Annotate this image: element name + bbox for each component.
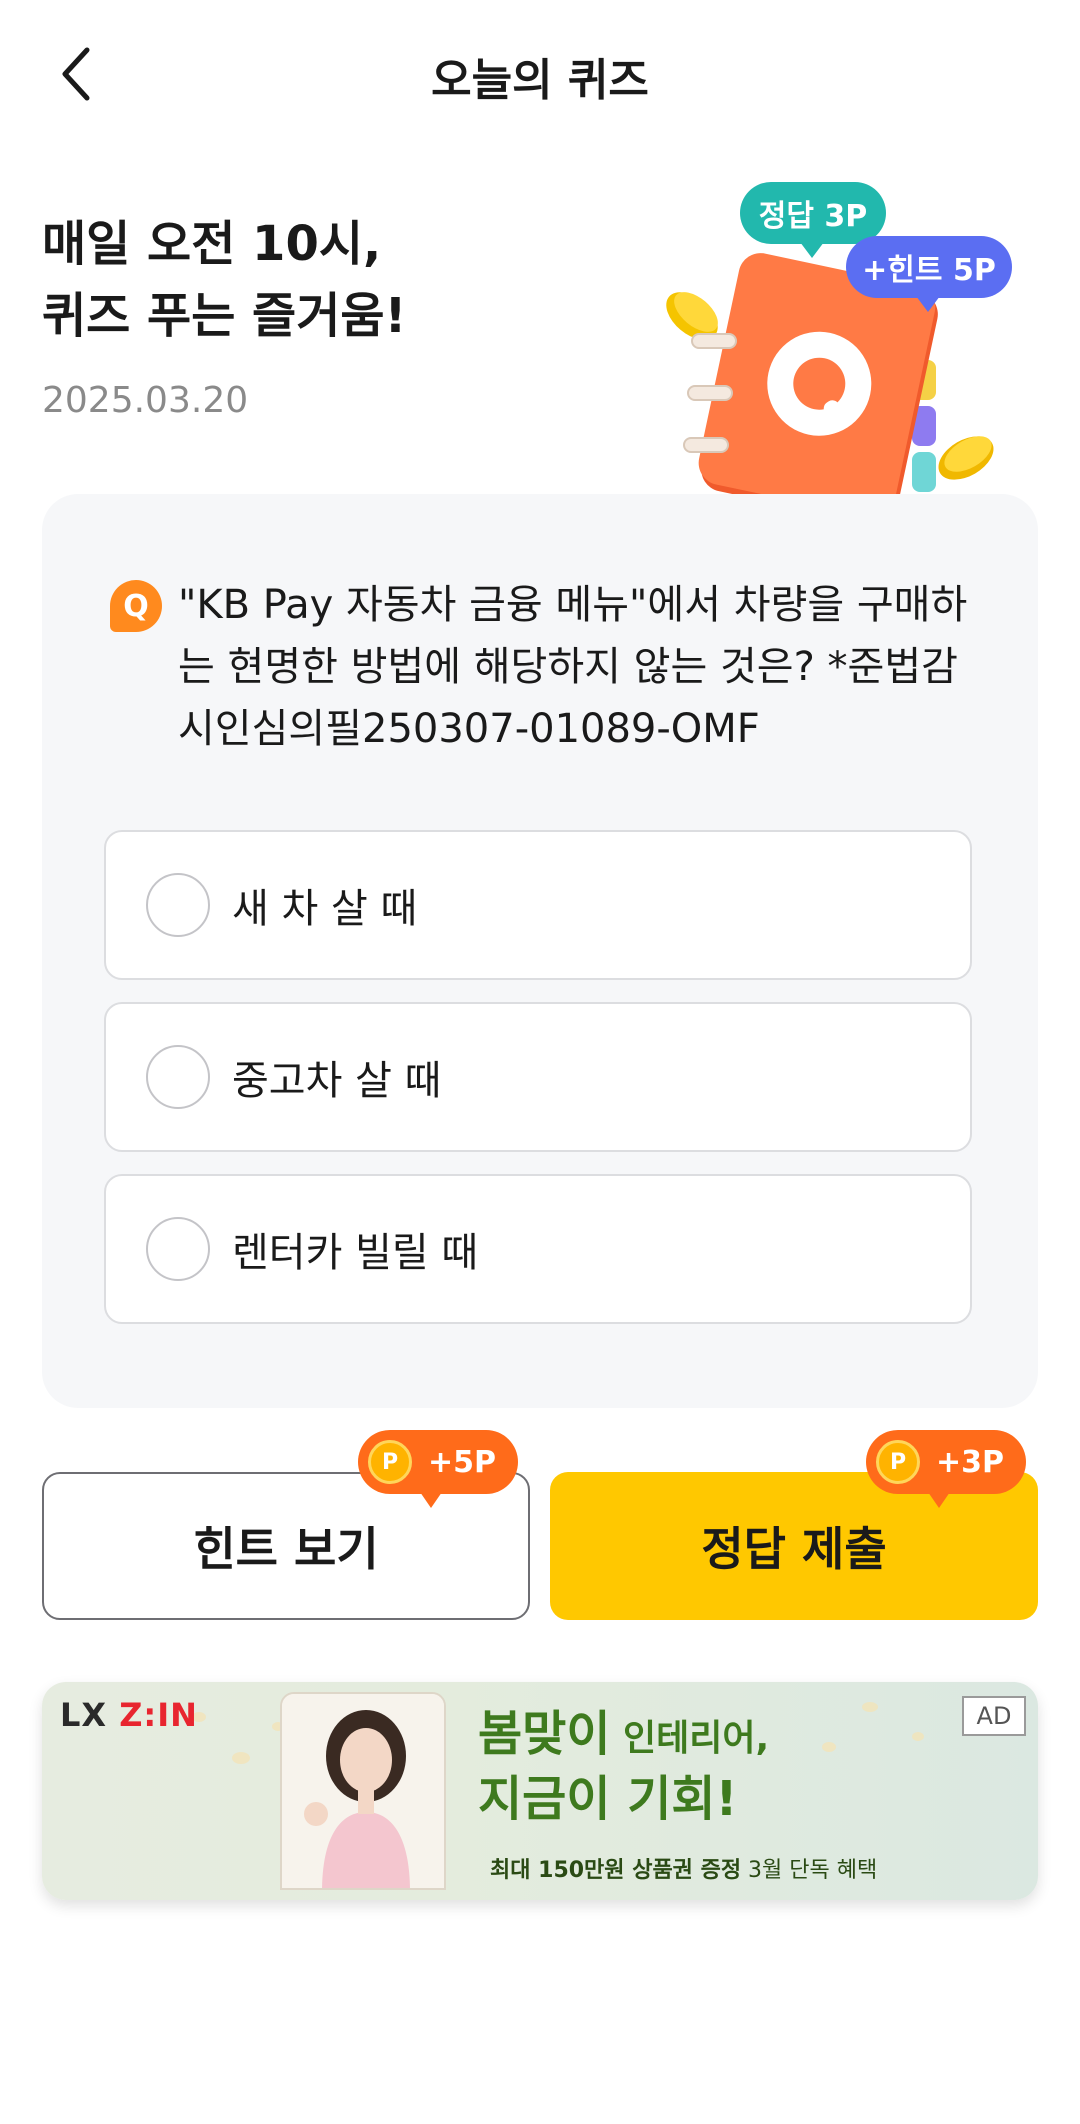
hero-title-line2: 퀴즈 푸는 즐거움! [42, 288, 407, 344]
brand-lx: LX [60, 1696, 108, 1734]
quiz-card: Q "KB Pay 자동차 금융 메뉴"에서 차량을 구매하 는 현명한 방법에… [42, 494, 1038, 1408]
answer-option-1[interactable]: 새 차 살 때 [104, 830, 972, 980]
confetti-decoration [822, 1742, 836, 1752]
question-badge: Q [110, 580, 162, 632]
ad-banner[interactable]: LX Z:IN 봄맞이 인테리어, 지금이 기회! 최대 150만원 상품권 증… [42, 1682, 1038, 1900]
page-title: 오늘의 퀴즈 [431, 55, 649, 106]
question-line1: "KB Pay 자동차 금융 메뉴"에서 차량을 구매하 [178, 582, 968, 628]
coin-icon: P [368, 1440, 412, 1484]
confetti-decoration [232, 1752, 250, 1764]
hero-title-line1: 매일 오전 10시, [42, 216, 382, 272]
ad-subtext-rest: 3월 단독 혜택 [741, 1858, 878, 1883]
radio-button[interactable] [146, 873, 210, 937]
ad-model-image [280, 1692, 446, 1890]
submit-reward-badge: P +3P [866, 1430, 1026, 1508]
hint-reward-text: +5P [428, 1444, 496, 1480]
ad-label: AD [962, 1696, 1026, 1736]
radio-button[interactable] [146, 1217, 210, 1281]
hint-reward-badge: P +5P [358, 1430, 518, 1508]
answer-option-label: 새 차 살 때 [232, 886, 418, 932]
answer-option-3[interactable]: 렌터카 빌릴 때 [104, 1174, 972, 1324]
ad-headline-suffix: 인테리어, [610, 1718, 770, 1759]
quiz-date: 2025.03.20 [42, 380, 249, 421]
answer-option-2[interactable]: 중고차 살 때 [104, 1002, 972, 1152]
brand-zin: Z:IN [119, 1696, 198, 1734]
answer-points-badge: 정답 3P [740, 182, 886, 258]
radio-button[interactable] [146, 1045, 210, 1109]
confetti-decoration [862, 1702, 878, 1712]
confetti-decoration [912, 1732, 924, 1741]
ad-headline-line2: 지금이 기회! [478, 1771, 738, 1827]
answer-option-label: 중고차 살 때 [232, 1058, 442, 1104]
ad-brand-logo: LX Z:IN [60, 1696, 198, 1734]
question-line3: 시인심의필250307-01089-OMF [178, 706, 760, 752]
top-app-bar: 오늘의 퀴즈 [0, 0, 1080, 148]
answer-option-label: 렌터카 빌릴 때 [232, 1230, 479, 1276]
quiz-illustration: Q 정답 3P +힌트 5P [650, 170, 1050, 550]
submit-reward-text: +3P [936, 1444, 1004, 1480]
coin-icon: P [876, 1440, 920, 1484]
question-text: "KB Pay 자동차 금융 메뉴"에서 차량을 구매하 는 현명한 방법에 해… [178, 574, 998, 760]
ad-subtext-bold: 최대 150만원 상품권 증정 [490, 1858, 742, 1883]
ad-subtext: 최대 150만원 상품권 증정 3월 단독 혜택 [490, 1852, 877, 1884]
ad-headline-main: 봄맞이 [478, 1706, 611, 1762]
submit-answer-button[interactable]: 정답 제출 [550, 1472, 1038, 1620]
hero-title: 매일 오전 10시, 퀴즈 푸는 즐거움! [42, 208, 642, 352]
view-hint-button[interactable]: 힌트 보기 [42, 1472, 530, 1620]
hint-points-badge: +힌트 5P [846, 236, 1012, 312]
question-line2: 는 현명한 방법에 해당하지 않는 것은? *준법감 [178, 644, 958, 690]
ad-headline: 봄맞이 인테리어, 지금이 기회! [478, 1704, 769, 1829]
